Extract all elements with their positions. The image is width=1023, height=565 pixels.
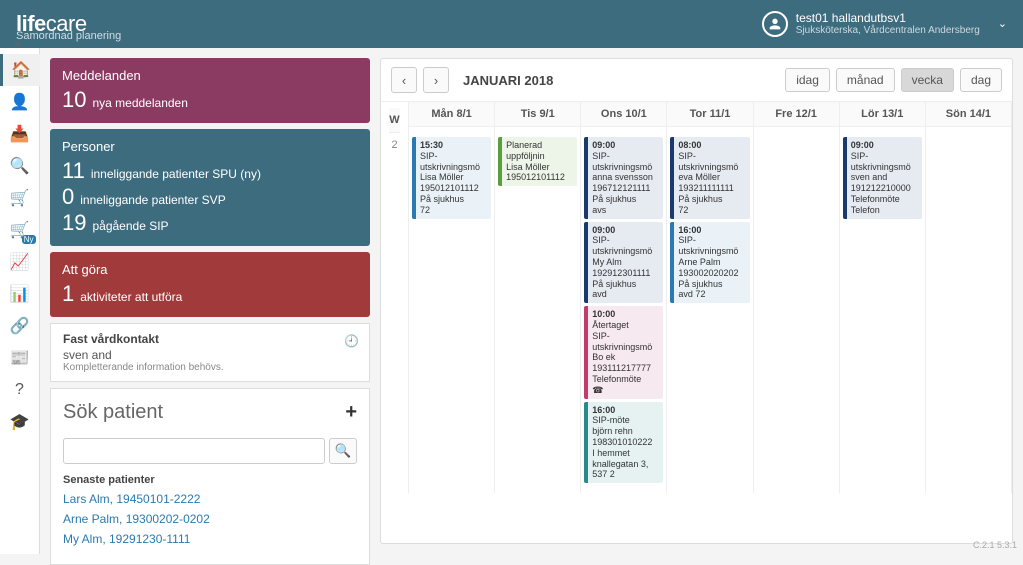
cart-new-icon[interactable]: 🛒Ny (0, 214, 40, 246)
card-todo[interactable]: Att göra 1aktiviteter att utföra (50, 252, 370, 317)
calendar: ‹ › JANUARI 2018 idag månad vecka dag W … (380, 58, 1013, 544)
calendar-event[interactable]: 15:30SIP-utskrivningsmöLisa Möller195012… (412, 137, 491, 219)
user-role: Sjuksköterska, Vårdcentralen Andersberg (796, 25, 980, 37)
clock-icon: 🕘 (344, 334, 359, 348)
calendar-event[interactable]: Planerad uppföljninLisa Möller1950121011… (498, 137, 577, 186)
next-button[interactable]: › (423, 67, 449, 93)
link-icon[interactable]: 🔗 (0, 310, 40, 342)
card-persons[interactable]: Personer 11inneliggande patienter SPU (n… (50, 129, 370, 246)
view-today[interactable]: idag (785, 68, 830, 92)
sidebar: » 🏠 👤 📥 🔍 🛒 🛒Ny 📈 📊 🔗 📰 ? 🎓 (0, 48, 40, 554)
home-icon[interactable]: 🏠 (0, 54, 40, 86)
avatar-icon (762, 11, 788, 37)
calendar-event[interactable]: 16:00SIP-mötebjörn rehn198301010222I hem… (584, 402, 663, 484)
logo: lifecare Samordnad planering (16, 11, 87, 37)
calendar-event[interactable]: 09:00SIP-utskrivningsmöMy Alm19291230111… (584, 222, 663, 304)
calendar-event[interactable]: 10:00ÅtertagetSIP-utskrivningsmöBo ek193… (584, 306, 663, 398)
cart-icon[interactable]: 🛒 (0, 182, 40, 214)
recent-patient[interactable]: My Alm, 19291230-1111 (63, 532, 357, 546)
help-icon[interactable]: ? (0, 374, 40, 406)
view-month[interactable]: månad (836, 68, 895, 92)
recent-patient[interactable]: Lars Alm, 19450101-2222 (63, 492, 357, 506)
app-header: lifecare Samordnad planering test01 hall… (0, 0, 1023, 48)
add-patient-icon[interactable]: + (345, 401, 357, 424)
search-button[interactable]: 🔍 (329, 438, 357, 464)
user-name: test01 hallandutbsv1 (796, 11, 980, 25)
search-title: Sök patient (63, 401, 163, 424)
person-icon[interactable]: 👤 (0, 86, 40, 118)
search-icon[interactable]: 🔍 (0, 150, 40, 182)
news-icon[interactable]: 📰 (0, 342, 40, 374)
calendar-event[interactable]: 09:00SIP-utskrivningsmösven and191212210… (843, 137, 922, 219)
grad-icon[interactable]: 🎓 (0, 406, 40, 438)
calendar-event[interactable]: 08:00SIP-utskrivningsmöeva Möller1932111… (670, 137, 749, 219)
card-messages[interactable]: Meddelanden 10nya meddelanden (50, 58, 370, 123)
calendar-event[interactable]: 16:00SIP-utskrivningsmöArne Palm19300202… (670, 222, 749, 304)
sidebar-toggle-icon[interactable]: » (14, 38, 20, 50)
prev-button[interactable]: ‹ (391, 67, 417, 93)
view-day[interactable]: dag (960, 68, 1002, 92)
calendar-event[interactable]: 09:00SIP-utskrivningsmöanna svensson1967… (584, 137, 663, 219)
view-week[interactable]: vecka (901, 68, 954, 92)
search-panel: Sök patient + 🔍 Senaste patienter Lars A… (50, 388, 370, 565)
chart-icon[interactable]: 📈 (0, 246, 40, 278)
inbox-icon[interactable]: 📥 (0, 118, 40, 150)
search-input[interactable] (63, 438, 325, 464)
app-subtitle: Samordnad planering (16, 30, 121, 42)
version-label: C.2.1 5.3.1 (973, 540, 1017, 550)
report-icon[interactable]: 📊 (0, 278, 40, 310)
chevron-down-icon: ⌄ (998, 17, 1007, 30)
calendar-title: JANUARI 2018 (463, 73, 553, 88)
user-menu[interactable]: test01 hallandutbsv1 Sjuksköterska, Vård… (762, 11, 1007, 37)
recent-patient[interactable]: Arne Palm, 19300202-0202 (63, 512, 357, 526)
card-contact[interactable]: Fast vårdkontakt sven and Kompletterande… (50, 323, 370, 382)
